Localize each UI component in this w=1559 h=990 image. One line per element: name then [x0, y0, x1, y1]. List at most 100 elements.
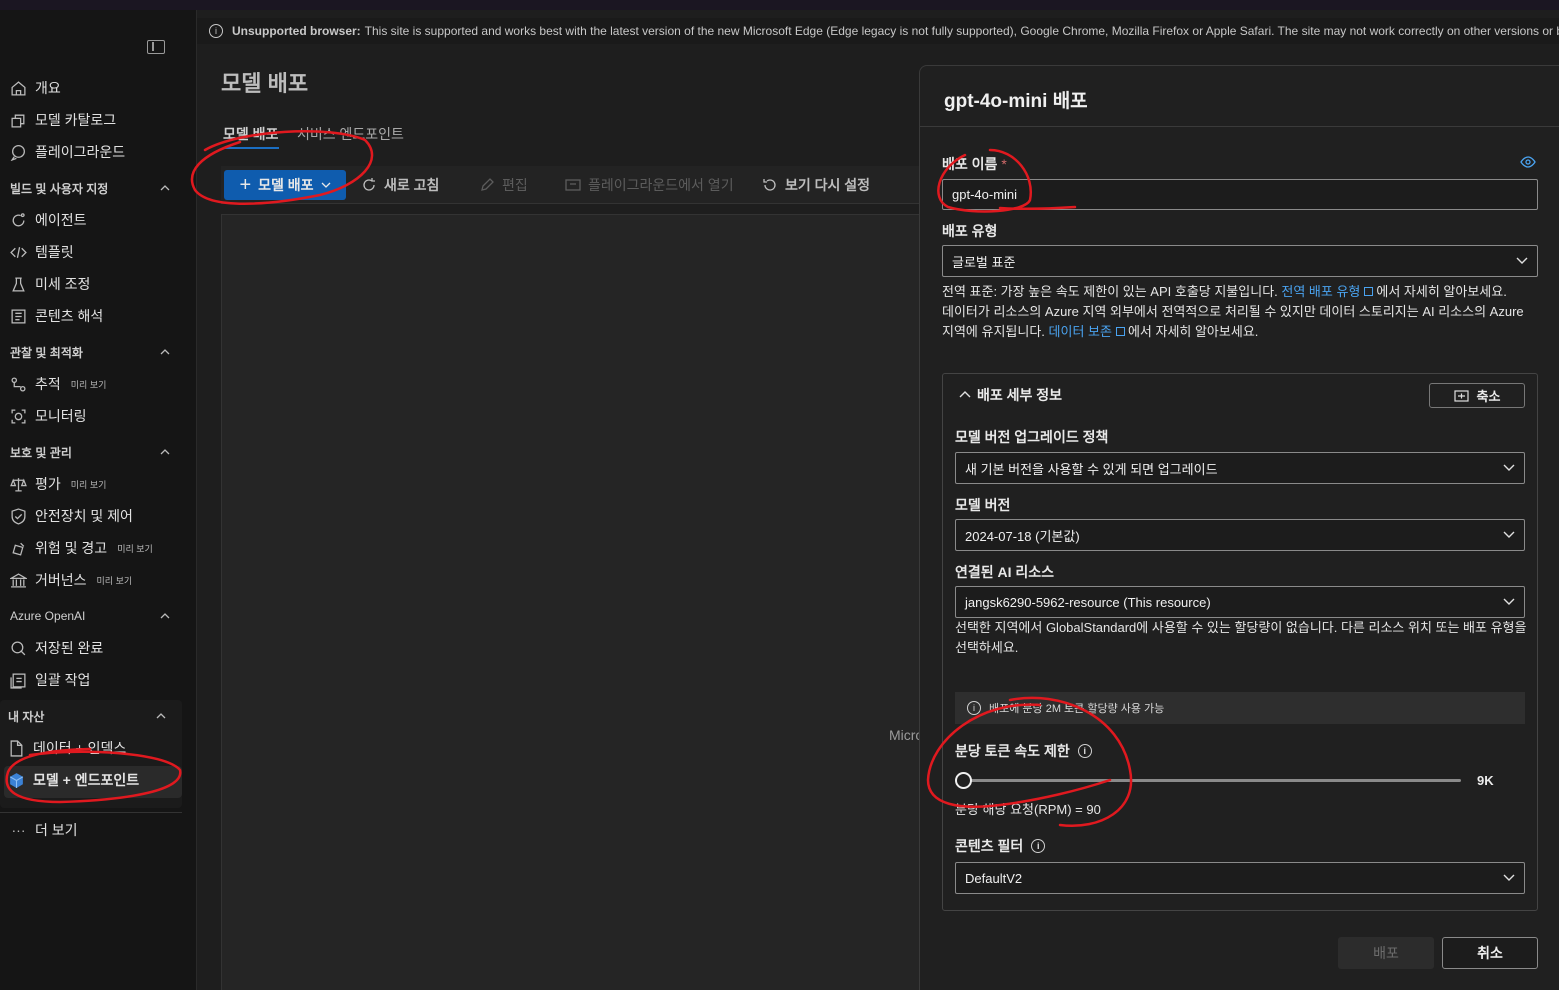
sidebar-item-agents[interactable]: 에이전트 [10, 208, 87, 232]
sidebar-item-model-catalog[interactable]: 모델 카탈로그 [10, 108, 116, 132]
scale-icon [10, 476, 27, 493]
sidebar-item-tracing[interactable]: 추적 미리 보기 [10, 372, 106, 396]
info-icon[interactable]: i [1077, 744, 1092, 758]
section-build[interactable]: 빌드 및 사용자 지정 [10, 178, 170, 198]
sidebar-item-label: 추적 [35, 376, 61, 392]
chevron-up-icon [160, 449, 170, 455]
deploy-model-button[interactable]: + 모델 배포 [224, 170, 346, 200]
banner-text: This site is supported and works best wi… [364, 24, 1559, 38]
chevron-down-icon [1516, 257, 1528, 264]
sidebar-item-label: 위험 및 경고 [35, 540, 108, 556]
rate-limit-label-text: 분당 토큰 속도 제한 [955, 743, 1070, 759]
sidebar-item-label: 모델 + 엔드포인트 [33, 772, 140, 788]
sidebar-item-overview[interactable]: 개요 [10, 76, 61, 100]
sidebar-item-label: 콘텐츠 해석 [35, 308, 104, 324]
playground-icon [565, 179, 581, 191]
deploy-button[interactable]: 배포 [1338, 937, 1434, 969]
monitor-icon [10, 408, 27, 425]
sidebar-item-evaluation[interactable]: 평가 미리 보기 [10, 472, 106, 496]
collapse-button[interactable]: 축소 [1429, 383, 1525, 408]
content-icon [10, 308, 27, 325]
preview-badge: 미리 보기 [70, 379, 107, 390]
sidebar-item-governance[interactable]: 거버넌스 미리 보기 [10, 568, 132, 592]
deploy-type-select[interactable]: 글로벌 표준 [942, 245, 1538, 277]
chevron-up-icon [959, 391, 971, 398]
sidebar-collapse-icon[interactable] [147, 40, 165, 54]
resource-label: 연결된 AI 리소스 [955, 564, 1055, 580]
tab-model-deployments[interactable]: 모델 배포 [223, 124, 278, 144]
quota-info-text: 배포에 분당 2M 토큰 할당량 사용 가능 [989, 703, 1165, 715]
model-version-value: 2024-07-18 (기본값) [965, 528, 1080, 544]
sidebar-item-label: 템플릿 [35, 244, 74, 260]
refresh-button[interactable]: 새로 고침 [361, 170, 439, 200]
sidebar-item-label: 거버넌스 [35, 572, 87, 588]
edit-button[interactable]: 편집 [479, 170, 528, 200]
external-link-icon [1364, 287, 1374, 296]
sidebar-item-label: 평가 [35, 476, 61, 492]
chevron-down-icon [321, 182, 331, 188]
sidebar-item-more[interactable]: ··· 더 보기 [10, 818, 78, 842]
sidebar-item-playground[interactable]: 플레이그라운드 [10, 140, 125, 164]
sidebar-item-models-endpoints[interactable]: 모델 + 엔드포인트 [8, 768, 139, 792]
edit-label: 편집 [502, 177, 528, 193]
reset-view-label: 보기 다시 설정 [785, 177, 871, 193]
sidebar-item-templates[interactable]: 템플릿 [10, 240, 74, 264]
sidebar-item-data-indexes[interactable]: 데이터 + 인덱스 [8, 736, 126, 760]
data-residency-link[interactable]: 데이터 보존 [1049, 324, 1112, 339]
eye-icon[interactable] [1520, 156, 1536, 168]
sidebar-item-fine-tuning[interactable]: 미세 조정 [10, 272, 90, 296]
sidebar-item-batch-jobs[interactable]: 일괄 작업 [10, 668, 90, 692]
deploy-name-value: gpt-4o-mini [952, 187, 1018, 202]
deploy-name-label-text: 배포 이름 [942, 156, 998, 172]
model-version-select[interactable]: 2024-07-18 (기본값) [955, 519, 1525, 551]
sidebar-item-stored-completions[interactable]: 저장된 완료 [10, 636, 103, 660]
cancel-button[interactable]: 취소 [1442, 937, 1538, 969]
resource-note: 선택한 지역에서 GlobalStandard에 사용할 수 있는 할당량이 없… [955, 620, 1527, 655]
sidebar-item-monitoring[interactable]: 모니터링 [10, 404, 87, 428]
slider-thumb[interactable] [955, 772, 972, 789]
chevron-up-icon [160, 613, 170, 619]
sidebar-item-label: 에이전트 [35, 212, 87, 228]
toolbar: + 모델 배포 새로 고침 편집 플레이그라운드에서 열기 보기 다시 설정 [221, 166, 921, 204]
info-icon: i [967, 701, 981, 715]
tab-service-endpoints[interactable]: 서비스 엔드포인트 [297, 124, 404, 144]
code-icon [10, 244, 27, 261]
section-my-assets[interactable]: 내 자산 [8, 706, 166, 726]
shield-icon [10, 507, 27, 525]
details-header[interactable]: 배포 세부 정보 [959, 385, 1062, 405]
panel-divider [920, 126, 1559, 127]
global-deploy-type-link[interactable]: 전역 배포 유형 [1281, 284, 1360, 299]
model-cube-icon [8, 772, 25, 789]
open-in-playground-button[interactable]: 플레이그라운드에서 열기 [565, 170, 734, 200]
rate-limit-slider[interactable] [955, 772, 1461, 789]
section-protect[interactable]: 보호 및 관리 [10, 442, 170, 462]
sidebar-item-label: 저장된 완료 [35, 640, 104, 656]
reset-icon [763, 179, 776, 191]
content-filter-value: DefaultV2 [965, 870, 1023, 886]
sidebar-item-label: 미세 조정 [35, 276, 91, 292]
quota-info-bar: i 배포에 분당 2M 토큰 할당량 사용 가능 [955, 692, 1525, 724]
section-azure-openai[interactable]: Azure OpenAI [10, 606, 170, 626]
reset-view-button[interactable]: 보기 다시 설정 [762, 170, 870, 200]
desc1-tail: 에서 자세히 알아보세요. [1376, 284, 1507, 299]
sidebar-item-content-understanding[interactable]: 콘텐츠 해석 [10, 304, 103, 328]
info-icon[interactable]: i [1031, 839, 1046, 853]
sidebar-item-label: 더 보기 [35, 822, 78, 838]
document-icon [8, 739, 25, 757]
sidebar-item-risks-alerts[interactable]: 위험 및 경고 미리 보기 [10, 536, 153, 560]
upgrade-policy-value: 새 기본 버전을 사용할 수 있게 되면 업그레이드 [965, 461, 1218, 477]
chevron-down-icon [1503, 531, 1515, 538]
section-observe[interactable]: 관찰 및 최적화 [10, 342, 170, 362]
deploy-name-input[interactable]: gpt-4o-mini [942, 179, 1538, 210]
deployments-grid [221, 214, 921, 990]
deploy-details-section: 배포 세부 정보 축소 모델 버전 업그레이드 정책 새 기본 버전을 사용할 … [942, 373, 1538, 911]
chevron-up-icon [160, 349, 170, 355]
resource-select[interactable]: jangsk6290-5962-resource (This resource) [955, 586, 1525, 618]
upgrade-policy-select[interactable]: 새 기본 버전을 사용할 수 있게 되면 업그레이드 [955, 452, 1525, 484]
preview-badge: 미리 보기 [96, 575, 133, 586]
section-title: 보호 및 관리 [10, 445, 72, 460]
sidebar-item-guardrails[interactable]: 안전장치 및 제어 [10, 504, 133, 528]
sidebar-item-label: 플레이그라운드 [35, 144, 126, 160]
content-filter-select[interactable]: DefaultV2 [955, 862, 1525, 894]
preview-badge: 미리 보기 [117, 543, 153, 554]
